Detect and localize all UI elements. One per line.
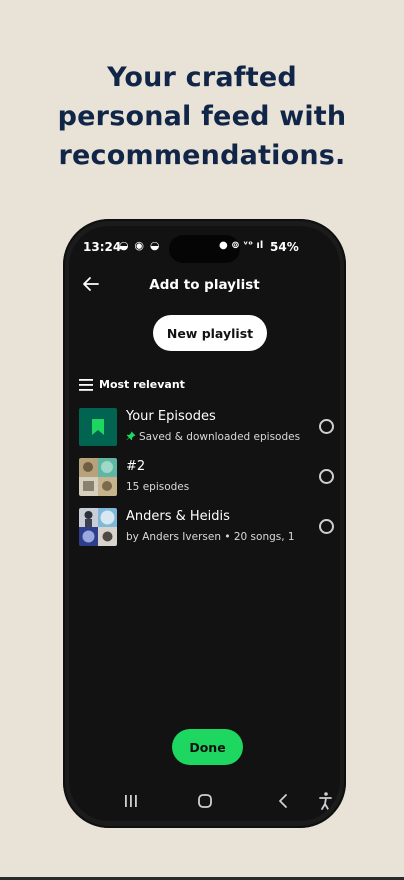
headline-line-3: recommendations.: [58, 140, 346, 171]
notification-icons: ◒ ◉ ◒: [119, 239, 161, 252]
battery-level: 54%: [270, 240, 299, 254]
done-button[interactable]: Done: [172, 729, 243, 765]
status-time: 13:24: [83, 240, 122, 254]
home-icon[interactable]: [194, 790, 216, 812]
cover-image: [79, 508, 117, 546]
cover-image: [79, 458, 117, 496]
page-title: Add to playlist: [149, 277, 260, 293]
headline: Your crafted personal feed with recommen…: [0, 58, 404, 175]
system-nav-bar: [69, 786, 340, 816]
top-bar: Add to playlist: [69, 266, 340, 300]
new-playlist-button[interactable]: New playlist: [153, 315, 267, 351]
headline-line-2: personal feed with: [57, 101, 347, 132]
recent-apps-icon[interactable]: [120, 790, 142, 812]
status-bar: 13:24 ◒ ◉ ◒ ● ⊚ ᵛᵒ ıl 54%: [69, 239, 340, 258]
phone-screen: 13:24 ◒ ◉ ◒ ● ⊚ ᵛᵒ ıl 54% Add to playlis…: [69, 226, 340, 821]
chevron-left-icon[interactable]: [273, 790, 295, 812]
headline-line-1: Your crafted: [107, 62, 297, 93]
phone-frame: 13:24 ◒ ◉ ◒ ● ⊚ ᵛᵒ ıl 54% Add to playlis…: [63, 219, 346, 828]
pin-icon: [126, 431, 136, 441]
playlist-name: #2: [126, 459, 146, 474]
playlist-subtitle-text: Saved & downloaded episodes: [139, 431, 301, 443]
playlist-mosaic-cover: [79, 458, 117, 496]
playlist-item-anders-heidis[interactable]: Anders & Heidis by Anders Iversen • 20 s…: [79, 508, 339, 548]
select-radio[interactable]: [319, 469, 334, 484]
playlist-subtitle: Saved & downloaded episodes: [126, 431, 300, 443]
sort-label: Most relevant: [99, 378, 185, 391]
signal-icons: ● ⊚ ᵛᵒ ıl: [219, 240, 264, 251]
your-episodes-cover: [79, 408, 117, 446]
playlist-subtitle: by Anders Iversen • 20 songs, 1: [126, 531, 295, 543]
playlist-item-2[interactable]: #2 15 episodes: [79, 458, 339, 498]
accessibility-icon[interactable]: [314, 790, 336, 812]
bookmark-icon: [92, 419, 104, 435]
playlist-subtitle: 15 episodes: [126, 481, 190, 493]
playlist-mosaic-cover: [79, 508, 117, 546]
select-radio[interactable]: [319, 519, 334, 534]
playlist-name: Anders & Heidis: [126, 509, 230, 524]
playlist-name: Your Episodes: [126, 409, 216, 424]
list-icon: [79, 379, 93, 391]
playlist-item-your-episodes[interactable]: Your Episodes Saved & downloaded episode…: [79, 408, 339, 448]
select-radio[interactable]: [319, 419, 334, 434]
